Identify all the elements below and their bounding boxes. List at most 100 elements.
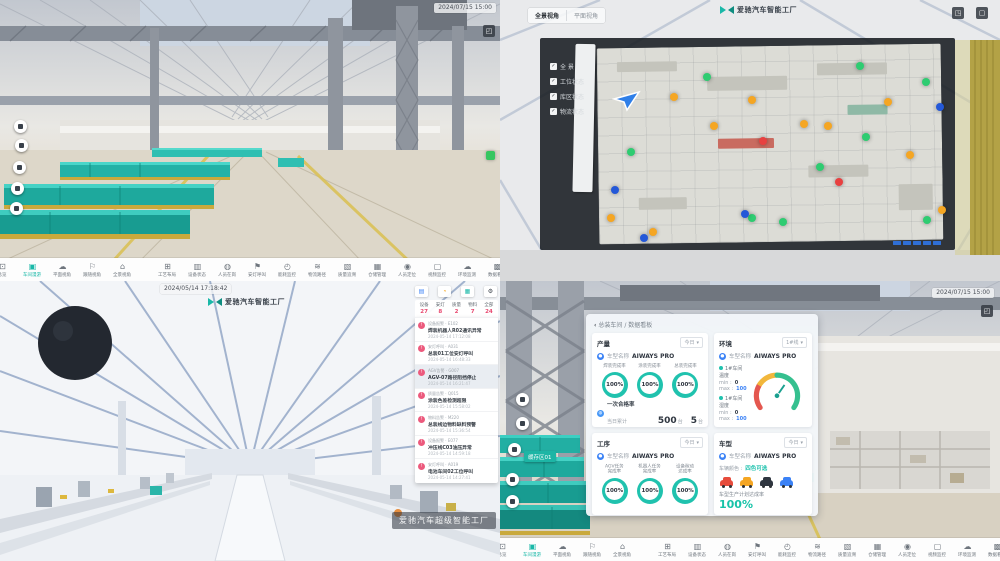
alarm-tool-button[interactable]: ⚙	[484, 286, 497, 297]
alarm-list-item[interactable]: ! 设备报警 · E102 焊装机器人R02通讯异常 2024-05-14 17…	[415, 317, 498, 341]
toolbar-item[interactable]: ☁ 环境监测	[453, 259, 482, 280]
alarm-list-item[interactable]: ! 安灯呼叫 · A019 电池车间02工位呼叫 2024-05-14 14:2…	[415, 458, 498, 482]
toolbar-item[interactable]: ◉ 人员定位	[893, 539, 922, 560]
status-dot[interactable]	[923, 216, 931, 224]
range-select[interactable]: 今日 ▾	[784, 437, 807, 448]
toolbar-item[interactable]: ▢ 视频监控	[423, 259, 452, 280]
alarm-list-item[interactable]: ! AGV告警 · G007 AGV-07路径阻挡停止 2024-05-14 1…	[415, 364, 498, 388]
toolbar-item[interactable]: ☁ 平面视角	[548, 539, 577, 560]
toolbar-item[interactable]: ⚐ 跟随视角	[78, 259, 107, 280]
toolbar-item[interactable]: ▢ 视频监控	[923, 539, 952, 560]
station-marker[interactable]	[506, 473, 519, 486]
alarm-list-item[interactable]: ! 质量告警 · Q015 涂装色差检测超限 2024-05-14 15:58:…	[415, 388, 498, 412]
toolbar-item[interactable]: ⊡ 总览	[500, 539, 517, 560]
toolbar-item[interactable]: ⌂ 全景视角	[108, 259, 137, 280]
station-marker[interactable]	[11, 182, 24, 195]
toolbar-item[interactable]: ▣ 车间漫游	[518, 539, 547, 560]
alarm-tool-button[interactable]: ◔	[438, 286, 451, 297]
alarm-list-item[interactable]: ! 物料告警 · M220 总装线边物料缺料预警 2024-05-14 15:3…	[415, 411, 498, 435]
status-dot[interactable]	[741, 210, 749, 218]
toolbar-item[interactable]: ⌂ 全景视角	[608, 539, 637, 560]
status-dot[interactable]	[906, 151, 914, 159]
toolbar-item[interactable]: ⊞ 工艺布局	[153, 259, 182, 280]
line-select[interactable]: 1#线 ▾	[782, 337, 807, 348]
toolbar-item[interactable]: ⊡ 总览	[0, 259, 17, 280]
toolbar-item[interactable]: ☁ 环境监测	[953, 539, 982, 560]
status-dot[interactable]	[779, 218, 787, 226]
status-dot[interactable]	[936, 103, 944, 111]
station-marker[interactable]	[508, 443, 521, 456]
status-dot[interactable]	[670, 93, 678, 101]
capture-icon-button[interactable]: ◰	[483, 25, 495, 37]
station-marker[interactable]	[506, 495, 519, 508]
toolbar-item[interactable]: ◍ 人员在岗	[213, 259, 242, 280]
status-dot[interactable]	[835, 178, 843, 186]
status-dot[interactable]	[862, 133, 870, 141]
status-dot[interactable]	[611, 186, 619, 194]
status-dot[interactable]	[627, 148, 635, 156]
alarm-category-tab[interactable]: 质量 2	[448, 302, 464, 315]
toolbar-item[interactable]: ⚐ 跟随视角	[578, 539, 607, 560]
alarm-list-item[interactable]: ! 安灯呼叫 · A031 总装01工位安灯呼叫 2024-05-14 16:4…	[415, 341, 498, 365]
station-marker[interactable]	[516, 393, 529, 406]
legend-checkbox[interactable]: ✓ 库区状态	[550, 92, 584, 101]
alarm-category-tab[interactable]: 设备 27	[416, 302, 432, 315]
toolbar-item[interactable]: ≋ 物流路径	[303, 259, 332, 280]
toolbar-item[interactable]: ◴ 能耗监控	[773, 539, 802, 560]
toolbar-item[interactable]: ▣ 车间漫游	[18, 259, 47, 280]
camera-position-arrow[interactable]	[612, 90, 642, 112]
tab-panorama-view[interactable]: 全景视角	[528, 8, 566, 23]
toolbar-item[interactable]: ▩ 数据看板	[983, 539, 1000, 560]
range-select[interactable]: 今日 ▾	[680, 437, 703, 448]
toolbar-item[interactable]: ▧ 质量追溯	[333, 259, 362, 280]
zoom-level-bar[interactable]	[893, 241, 941, 245]
fullscreen-icon-button[interactable]: ◳	[952, 7, 964, 19]
alarm-list-item[interactable]: ! 设备报警 · E077 冲压线C03油压异常 2024-05-14 14:5…	[415, 435, 498, 459]
status-dot[interactable]	[703, 73, 711, 81]
toolbar-item[interactable]: ⚑ 安灯呼叫	[743, 539, 772, 560]
status-dot[interactable]	[640, 234, 648, 242]
toolbar-item[interactable]: ▦ 仓储管理	[863, 539, 892, 560]
status-dot[interactable]	[800, 120, 808, 128]
status-dot[interactable]	[710, 122, 718, 130]
station-marker[interactable]	[516, 417, 529, 430]
toolbar-item[interactable]: ≋ 物流路径	[803, 539, 832, 560]
toolbar-item[interactable]: ◴ 能耗监控	[273, 259, 302, 280]
station-marker[interactable]	[10, 202, 23, 215]
status-dot[interactable]	[759, 137, 767, 145]
status-dot[interactable]	[824, 122, 832, 130]
poi-marker-green[interactable]	[486, 151, 495, 160]
capture-icon-button[interactable]: ◰	[981, 305, 993, 317]
status-dot[interactable]	[748, 96, 756, 104]
toolbar-item[interactable]: ▥ 设备状态	[683, 539, 712, 560]
station-marker[interactable]	[15, 139, 28, 152]
status-dot[interactable]	[938, 206, 946, 214]
toolbar-item[interactable]: ▦ 仓储管理	[363, 259, 392, 280]
toolbar-item[interactable]: ▥ 设备状态	[183, 259, 212, 280]
alarm-category-tab[interactable]: 物料 7	[465, 302, 481, 315]
car-icon[interactable]	[740, 480, 753, 486]
buffer-zone-tag[interactable]: 缓存区01	[524, 451, 556, 462]
alarm-category-tab[interactable]: 安灯 8	[432, 302, 448, 315]
status-dot[interactable]	[884, 98, 892, 106]
range-select[interactable]: 今日 ▾	[680, 337, 703, 348]
alarm-tool-button[interactable]: ▦	[461, 286, 474, 297]
toolbar-item[interactable]: ☁ 平面视角	[48, 259, 77, 280]
tab-plan-view[interactable]: 平面视角	[567, 8, 605, 23]
station-marker[interactable]	[13, 161, 26, 174]
toolbar-item[interactable]: ◍ 人员在岗	[713, 539, 742, 560]
status-dot[interactable]	[649, 228, 657, 236]
status-dot[interactable]	[748, 214, 756, 222]
status-dot[interactable]	[607, 214, 615, 222]
toolbar-item[interactable]: ⊞ 工艺布局	[653, 539, 682, 560]
alarm-tool-button[interactable]: ▤	[415, 286, 428, 297]
car-icon[interactable]	[780, 480, 793, 486]
window-icon-button[interactable]: ▢	[976, 7, 988, 19]
toolbar-item[interactable]: ▧ 质量追溯	[833, 539, 862, 560]
toolbar-item[interactable]: ⚑ 安灯呼叫	[243, 259, 272, 280]
back-icon[interactable]: ‹	[594, 322, 596, 329]
legend-checkbox[interactable]: ✓ 物流状态	[550, 107, 584, 116]
station-marker[interactable]	[14, 120, 27, 133]
alarm-category-tab[interactable]: 全部 24	[481, 302, 497, 315]
status-dot[interactable]	[922, 78, 930, 86]
